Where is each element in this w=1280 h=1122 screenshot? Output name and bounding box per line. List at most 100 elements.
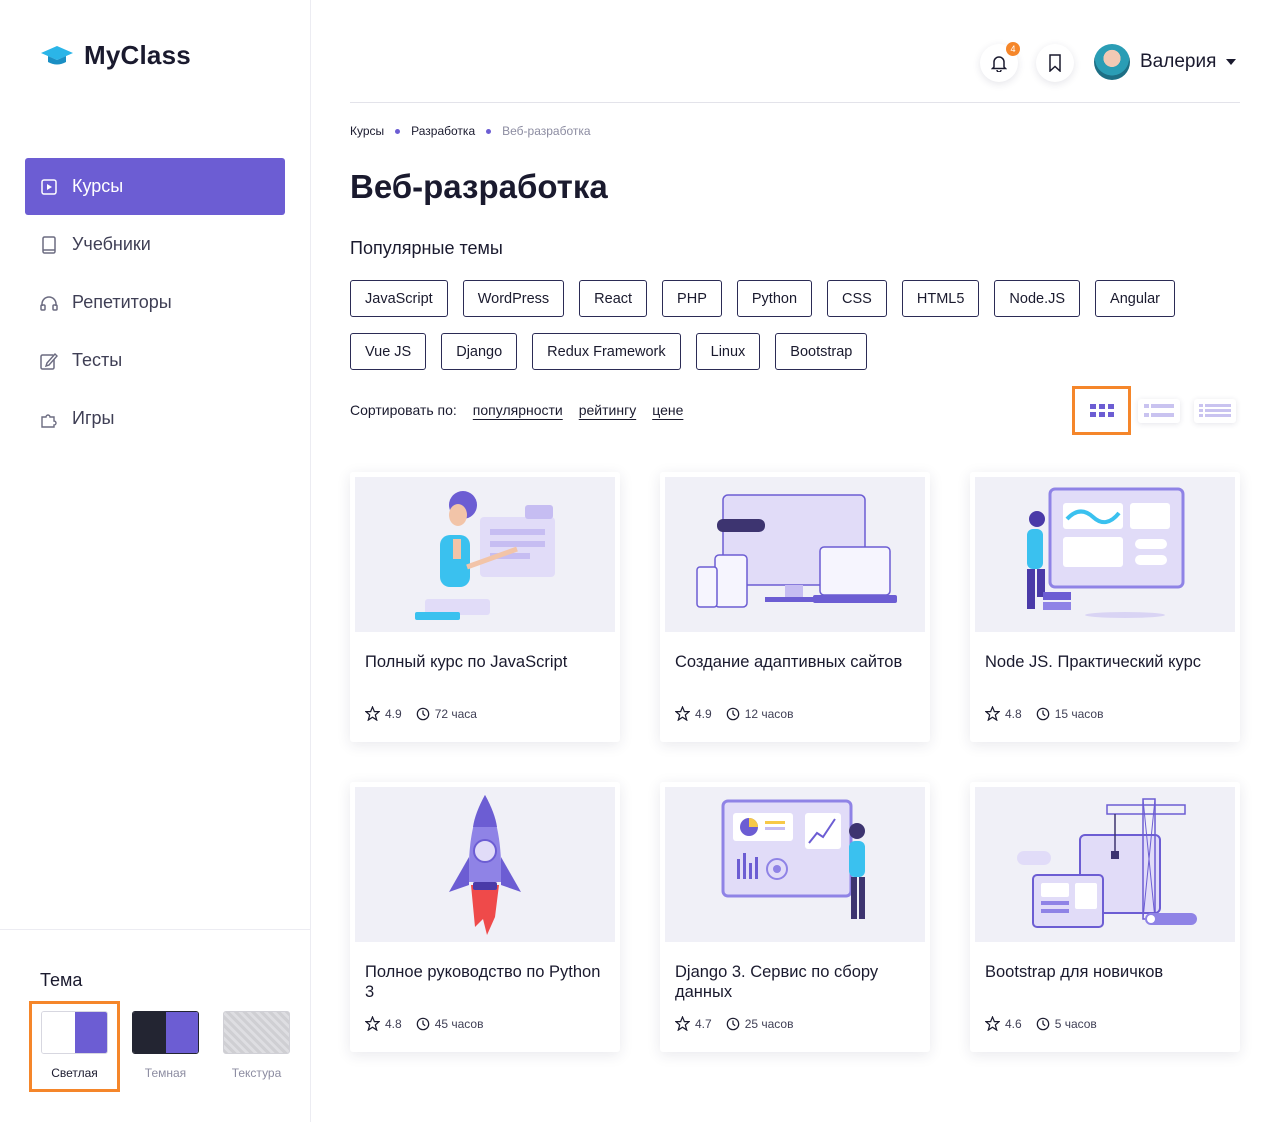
sidebar-item-tutors[interactable]: Репетиторы: [25, 274, 285, 331]
theme-option-dark[interactable]: Темная: [120, 1001, 211, 1092]
caret-down-icon: [1226, 59, 1237, 65]
topic-tag[interactable]: Angular: [1095, 280, 1176, 317]
breadcrumb-current: Веб-разработка: [502, 124, 591, 138]
star-icon: [365, 1016, 380, 1031]
sidebar: MyClass Курсы Учебники Репетиторы Тесты: [0, 0, 311, 1122]
sort-label: Сортировать по:: [350, 402, 457, 418]
bookmarks-button[interactable]: [1036, 44, 1074, 82]
course-card[interactable]: Полное руководство по Python 3 4.8 45 ча…: [350, 782, 620, 1052]
clock-icon: [1036, 707, 1049, 720]
course-rating: 4.6: [1005, 1016, 1022, 1031]
course-rating: 4.8: [385, 1016, 402, 1031]
course-card[interactable]: Полный курс по JavaScript 4.9 72 часа: [350, 472, 620, 742]
page-title: Веб-разработка: [350, 168, 608, 205]
sidebar-item-label: Тесты: [72, 350, 123, 370]
sidebar-divider: [0, 929, 311, 930]
view-list-button[interactable]: [1131, 386, 1187, 435]
topic-tag[interactable]: JavaScript: [350, 280, 448, 317]
theme-title: Тема: [40, 970, 83, 990]
topic-tag[interactable]: Python: [736, 280, 813, 317]
star-icon: [985, 706, 1000, 721]
user-name: Валерия: [1140, 51, 1217, 72]
grid-view-icon: [1089, 403, 1114, 417]
course-duration: 12 часов: [744, 706, 794, 721]
logo[interactable]: MyClass: [40, 40, 191, 71]
clock-icon: [726, 707, 739, 720]
course-illustration: [975, 787, 1235, 942]
sort-by-rating[interactable]: рейтингу: [579, 402, 636, 418]
list-view-toggle: [1138, 398, 1180, 423]
course-meta: 4.8 15 часов: [985, 706, 1117, 721]
avatar: [1094, 44, 1130, 80]
top-header: 4 Валерия: [350, 40, 1240, 103]
theme-swatch: [41, 1011, 108, 1054]
sort-by-popularity[interactable]: популярности: [473, 402, 563, 418]
sidebar-item-courses[interactable]: Курсы: [25, 158, 285, 215]
course-card[interactable]: Создание адаптивных сайтов 4.9 12 часов: [660, 472, 930, 742]
course-rating: 4.7: [695, 1016, 712, 1031]
course-rating: 4.9: [695, 706, 712, 721]
theme-swatch: [223, 1011, 290, 1054]
sidebar-item-tests[interactable]: Тесты: [25, 332, 285, 389]
view-grid-button[interactable]: [1072, 386, 1131, 435]
course-card[interactable]: Bootstrap для новичков 4.6 5 часов: [970, 782, 1240, 1052]
sort-by-price[interactable]: цене: [652, 402, 683, 418]
theme-label: Текстура: [231, 1066, 282, 1080]
breadcrumb-separator: [395, 128, 401, 134]
breadcrumb-development[interactable]: Разработка: [411, 124, 475, 138]
headphones-icon: [40, 294, 58, 312]
sidebar-item-label: Учебники: [72, 234, 151, 254]
topic-tag[interactable]: HTML5: [901, 280, 980, 317]
course-meta: 4.9 12 часов: [675, 706, 807, 721]
topic-tag[interactable]: Vue JS: [350, 333, 427, 370]
bell-icon: [991, 56, 1007, 72]
view-compact-list-button[interactable]: [1187, 386, 1243, 435]
course-title: Создание адаптивных сайтов: [675, 653, 903, 671]
notification-badge: 4: [1006, 42, 1020, 56]
play-square-icon: [40, 178, 58, 196]
course-card[interactable]: Django 3. Сервис по сбору данных 4.7 25 …: [660, 782, 930, 1052]
topic-tag[interactable]: Linux: [695, 333, 761, 370]
topic-tags: JavaScript WordPress React PHP Python CS…: [350, 280, 1230, 370]
theme-label: Светлая: [51, 1066, 98, 1080]
topic-tag[interactable]: CSS: [827, 280, 887, 317]
theme-swatch: [132, 1011, 199, 1054]
topic-tag[interactable]: WordPress: [462, 280, 565, 317]
course-illustration: [665, 477, 925, 632]
course-title: Django 3. Сервис по сбору данных: [675, 963, 879, 1001]
course-duration: 5 часов: [1054, 1016, 1097, 1031]
course-meta: 4.9 72 часа: [365, 706, 491, 721]
course-illustration: [665, 787, 925, 942]
course-duration: 15 часов: [1054, 706, 1104, 721]
course-illustration: [975, 477, 1235, 632]
course-title: Node JS. Практический курс: [985, 653, 1201, 671]
breadcrumb-separator: [486, 128, 492, 134]
course-illustration: [355, 787, 615, 942]
theme-label: Темная: [144, 1066, 187, 1080]
topic-tag[interactable]: Redux Framework: [532, 333, 681, 370]
topic-tag[interactable]: Node.JS: [994, 280, 1081, 317]
clock-icon: [1036, 1017, 1049, 1030]
sort-bar: Сортировать по: популярности рейтингу це…: [350, 402, 683, 418]
theme-option-texture[interactable]: Текстура: [211, 1001, 302, 1092]
topic-tag[interactable]: Django: [441, 333, 518, 370]
topic-tag[interactable]: PHP: [662, 280, 722, 317]
list-view-icon: [1144, 403, 1174, 417]
notifications-button[interactable]: 4: [980, 42, 1020, 82]
topic-tag[interactable]: React: [579, 280, 648, 317]
theme-option-light[interactable]: Светлая: [29, 1001, 120, 1092]
course-meta: 4.7 25 часов: [675, 1016, 807, 1031]
sidebar-item-label: Игры: [72, 408, 115, 428]
sidebar-item-games[interactable]: Игры: [25, 390, 285, 447]
sidebar-item-textbooks[interactable]: Учебники: [25, 216, 285, 273]
user-menu[interactable]: Валерия: [1094, 44, 1237, 80]
popular-topics-title: Популярные темы: [350, 238, 503, 258]
course-title: Полный курс по JavaScript: [365, 653, 568, 671]
bookmark-icon: [1049, 54, 1061, 72]
topic-tag[interactable]: Bootstrap: [775, 333, 868, 370]
breadcrumb-courses[interactable]: Курсы: [350, 124, 384, 138]
clock-icon: [416, 707, 429, 720]
graduation-cap-icon: [41, 45, 73, 64]
course-card[interactable]: Node JS. Практический курс 4.8 15 часов: [970, 472, 1240, 742]
star-icon: [985, 1016, 1000, 1031]
